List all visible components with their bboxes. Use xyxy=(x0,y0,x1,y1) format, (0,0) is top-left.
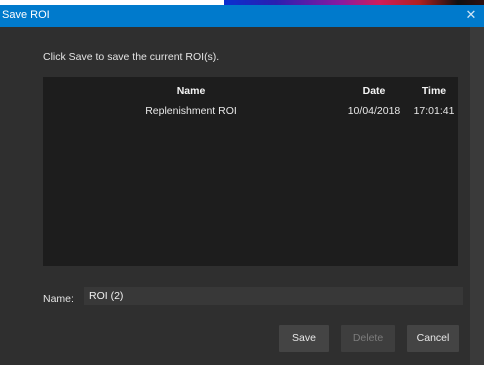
dialog-content: Click Save to save the current ROI(s). N… xyxy=(0,27,470,365)
cancel-button[interactable]: Cancel xyxy=(407,325,459,352)
row-time-cell: 17:01:41 xyxy=(413,105,455,117)
delete-button[interactable]: Delete xyxy=(341,325,395,352)
row-date-cell: 10/04/2018 xyxy=(347,105,401,117)
column-header-name[interactable]: Name xyxy=(43,85,339,97)
title-bar[interactable]: Save ROI ✕ xyxy=(0,5,484,27)
instruction-text: Click Save to save the current ROI(s). xyxy=(43,51,220,63)
column-header-time[interactable]: Time xyxy=(410,85,458,97)
row-name-cell: Replenishment ROI xyxy=(145,105,237,117)
save-roi-dialog: Save ROI ✕ Click Save to save the curren… xyxy=(0,5,484,365)
roi-table: Name Date Time Replenishment ROI 10/04/2… xyxy=(43,77,458,266)
dialog-title: Save ROI xyxy=(2,9,50,21)
close-icon[interactable]: ✕ xyxy=(464,7,478,23)
name-field-label: Name: xyxy=(43,293,74,305)
name-input[interactable] xyxy=(84,287,463,305)
save-button[interactable]: Save xyxy=(279,325,329,352)
column-header-date[interactable]: Date xyxy=(335,85,413,97)
